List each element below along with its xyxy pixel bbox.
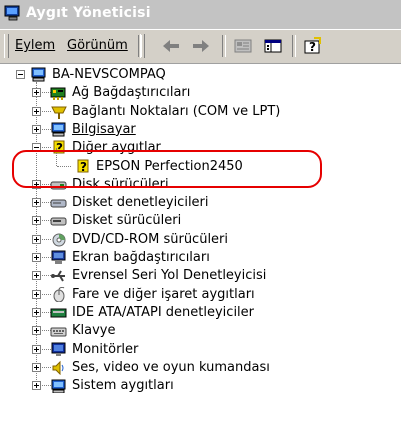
tree-item-label: Ekran bağdaştırıcıları [72,250,210,265]
tree-category-item[interactable]: Disket sürücüleri [0,212,401,231]
toolbar-grip[interactable] [4,34,9,58]
floppy-drive-icon [50,217,67,226]
cdrom-icon [52,233,66,247]
expand-toggle[interactable] [32,362,41,372]
tree-category-item[interactable]: DVD/CD-ROM sürücüleri [0,231,401,250]
tree-item-label: Disket denetleyicileri [72,195,209,211]
menu-view[interactable]: Görünüm [67,38,128,53]
usb-icon [51,270,65,282]
tree-item-label: Klavye [72,323,116,339]
mouse-icon [53,286,65,302]
device-tree: BA-NEVSCOMPAQ Ağ Bağdaştırıcıları Bağlantı… [0,64,401,432]
properties-icon[interactable] [232,36,254,56]
toolbar-separator-3 [292,35,296,57]
floppy-controller-icon [50,199,67,208]
tree-category-item[interactable]: Klavye [0,322,401,341]
tree-category-item[interactable]: Sistem aygıtları [0,377,401,396]
tree-category-item[interactable]: Bağlantı Noktaları (COM ve LPT) [0,103,401,122]
expand-toggle[interactable] [32,88,41,98]
tree-item-label: Ses, video ve oyun kumandası [72,359,270,375]
toolbar-separator-2 [222,35,226,57]
tree-category-item[interactable]: Ses, video ve oyun kumandası [0,359,401,378]
tree-category-item[interactable]: Monitörler [0,341,401,360]
help-icon[interactable]: ? [302,36,324,56]
menu-action[interactable]: Eylem [15,38,55,53]
tree-item-label: Ağ Bağdaştırıcıları [72,85,191,101]
toolbar-separator [138,35,142,57]
device-manager-icon [4,5,20,21]
expand-toggle[interactable] [32,289,41,299]
forward-arrow-icon[interactable] [190,36,212,56]
highlight-annotation [12,150,322,188]
expand-toggle[interactable] [32,326,41,336]
expand-toggle[interactable] [32,234,41,244]
title-bar: Aygıt Yöneticisi [0,0,401,29]
window-title: Aygıt Yöneticisi [26,5,151,21]
keyboard-icon [50,327,67,337]
expand-toggle[interactable] [32,198,41,208]
port-icon [51,106,67,119]
tree-category-item[interactable]: Ağ Bağdaştırıcıları [0,84,401,103]
ide-controller-icon [50,308,67,318]
tree-item-label: Fare ve diğer işaret aygıtları [72,286,255,302]
tree-item-label: Bağlantı Noktaları (COM ve LPT) [72,103,281,119]
monitor-icon [51,342,66,356]
tree-root-label: BA-NEVSCOMPAQ [52,67,166,82]
expand-toggle[interactable] [32,124,41,134]
expand-toggle[interactable] [32,271,41,281]
sound-icon [52,360,64,375]
tree-item-label: Disket sürücüleri [72,213,182,229]
tree-view-icon[interactable] [262,36,284,56]
tree-item-label: Bilgisayar [72,121,136,137]
computer-icon [51,122,66,137]
tree-category-item[interactable]: IDE ATA/ATAPI denetleyiciler [0,304,401,323]
display-adapter-icon [51,250,66,264]
tree-category-item[interactable]: Evrensel Seri Yol Denetleyicisi [0,267,401,286]
tree-category-item[interactable]: Ekran bağdaştırıcıları [0,249,401,268]
expand-toggle[interactable] [32,381,41,391]
tree-item-label: Sistem aygıtları [72,378,174,394]
tree-item-label: Evrensel Seri Yol Denetleyicisi [72,268,267,284]
menu-toolbar: Eylem Görünüm ? [0,30,401,64]
system-devices-icon [51,379,66,394]
collapse-toggle[interactable] [16,70,25,79]
expand-toggle[interactable] [32,307,41,317]
tree-item-label: IDE ATA/ATAPI denetleyiciler [72,304,255,320]
tree-root[interactable]: BA-NEVSCOMPAQ [0,66,401,85]
tree-item-label: DVD/CD-ROM sürücüleri [72,231,229,247]
expand-toggle[interactable] [32,216,41,226]
computer-icon [31,67,46,82]
back-arrow-icon[interactable] [160,36,182,56]
tree-category-item[interactable]: Disket denetleyicileri [0,194,401,213]
tree-item-label: Monitörler [72,341,139,357]
expand-toggle[interactable] [32,253,41,262]
tree-category-item[interactable]: Bilgisayar [0,121,401,140]
network-adapter-icon [50,87,66,101]
svg-text:?: ? [309,40,316,54]
expand-toggle[interactable] [32,106,41,116]
expand-toggle[interactable] [32,344,41,354]
tree-category-item[interactable]: Fare ve diğer işaret aygıtları [0,286,401,305]
